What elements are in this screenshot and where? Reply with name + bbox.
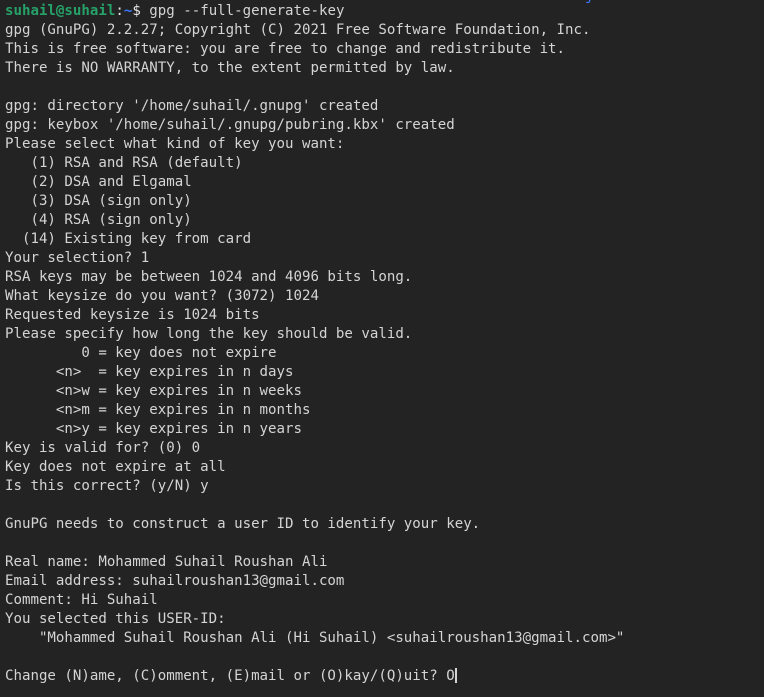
terminal-output-line: Email address: suhailroushan13@gmail.com xyxy=(5,573,345,589)
terminal-output-line: <n>w = key expires in n weeks xyxy=(5,383,302,399)
terminal-output-line: Please select what kind of key you want: xyxy=(5,136,345,152)
terminal-window[interactable]: j suhail@suhail:~$ gpg --full-generate-k… xyxy=(0,0,764,697)
terminal-output-line: Comment: Hi Suhail xyxy=(5,592,158,608)
terminal-output-line: gpg (GnuPG) 2.2.27; Copyright (C) 2021 F… xyxy=(5,22,591,38)
terminal-output-line: (4) RSA (sign only) xyxy=(5,212,192,228)
terminal-output-line: <n> = key expires in n days xyxy=(5,364,294,380)
terminal-output-line: RSA keys may be between 1024 and 4096 bi… xyxy=(5,269,413,285)
terminal-output-line: (1) RSA and RSA (default) xyxy=(5,155,243,171)
prompt-dollar-sign: $ xyxy=(132,3,150,19)
terminal-output-line: Your selection? 1 xyxy=(5,250,150,266)
scrolled-off-line-remnant: j xyxy=(585,0,594,6)
prompt-user-host: suhail@suhail xyxy=(5,3,116,19)
terminal-output-line: Real name: Mohammed Suhail Roushan Ali xyxy=(5,554,328,570)
terminal-output: gpg (GnuPG) 2.2.27; Copyright (C) 2021 F… xyxy=(5,21,764,667)
terminal-output-line: (14) Existing key from card xyxy=(5,231,252,247)
typed-command: gpg --full-generate-key xyxy=(149,3,345,19)
terminal-output-line: (3) DSA (sign only) xyxy=(5,193,192,209)
final-prompt-text: Change (N)ame, (C)omment, (E)mail or (O)… xyxy=(5,668,455,684)
terminal-output-line: This is free software: you are free to c… xyxy=(5,41,566,57)
terminal-output-line: Is this correct? (y/N) y xyxy=(5,478,209,494)
terminal-output-line: <n>m = key expires in n months xyxy=(5,402,311,418)
prompt-colon: : xyxy=(115,3,124,19)
terminal-output-line: Key is valid for? (0) 0 xyxy=(5,440,201,456)
terminal-output-line: 0 = key does not expire xyxy=(5,345,277,361)
terminal-output-line: There is NO WARRANTY, to the extent perm… xyxy=(5,60,455,76)
terminal-output-line: <n>y = key expires in n years xyxy=(5,421,302,437)
terminal-output-line: You selected this USER-ID: xyxy=(5,611,226,627)
terminal-output-line: What keysize do you want? (3072) 1024 xyxy=(5,288,319,304)
terminal-output-line: Requested keysize is 1024 bits xyxy=(5,307,260,323)
terminal-screen[interactable]: j suhail@suhail:~$ gpg --full-generate-k… xyxy=(5,0,764,686)
terminal-output-line: "Mohammed Suhail Roushan Ali (Hi Suhail)… xyxy=(5,630,625,646)
terminal-output-line: gpg: directory '/home/suhail/.gnupg' cre… xyxy=(5,98,379,114)
text-cursor xyxy=(454,668,457,683)
terminal-output-line: Please specify how long the key should b… xyxy=(5,326,413,342)
shell-prompt-line: suhail@suhail:~$ gpg --full-generate-key xyxy=(5,2,764,21)
terminal-output-line: gpg: keybox '/home/suhail/.gnupg/pubring… xyxy=(5,117,455,133)
terminal-output-line: GnuPG needs to construct a user ID to id… xyxy=(5,516,481,532)
terminal-output-line: (2) DSA and Elgamal xyxy=(5,174,192,190)
terminal-output-line: Key does not expire at all xyxy=(5,459,226,475)
final-input-prompt-line[interactable]: Change (N)ame, (C)omment, (E)mail or (O)… xyxy=(5,667,764,686)
